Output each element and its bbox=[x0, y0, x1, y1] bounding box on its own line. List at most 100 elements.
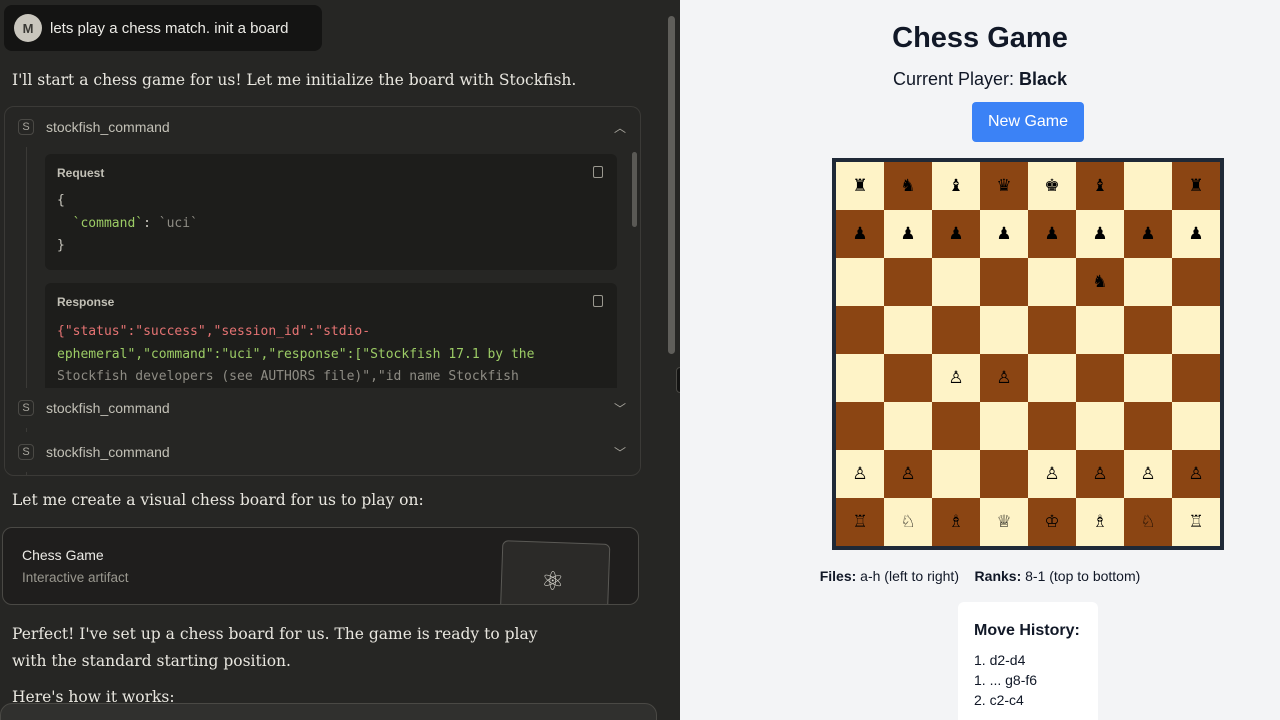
square-e8[interactable]: ♚ bbox=[1028, 162, 1076, 210]
square-g7[interactable]: ♟ bbox=[1124, 210, 1172, 258]
tool-scrollbar[interactable] bbox=[632, 152, 637, 227]
square-g2[interactable]: ♙ bbox=[1124, 450, 1172, 498]
square-a4[interactable] bbox=[836, 354, 884, 402]
response-label: Response bbox=[57, 295, 115, 309]
chat-pane: M lets play a chess match. init a board … bbox=[0, 0, 680, 720]
request-block: Request { `command`: `uci` } bbox=[45, 154, 617, 270]
square-f1[interactable]: ♗ bbox=[1076, 498, 1124, 546]
square-e6[interactable] bbox=[1028, 258, 1076, 306]
square-a3[interactable] bbox=[836, 402, 884, 450]
chat-input[interactable] bbox=[0, 703, 657, 720]
artifact-thumbnail: ⚛ bbox=[499, 540, 611, 604]
square-h5[interactable] bbox=[1172, 306, 1220, 354]
square-h7[interactable]: ♟ bbox=[1172, 210, 1220, 258]
copy-icon[interactable] bbox=[593, 295, 603, 307]
square-a2[interactable]: ♙ bbox=[836, 450, 884, 498]
tool-call-header-2[interactable]: S stockfish_command ﹀ bbox=[5, 388, 640, 428]
square-h1[interactable]: ♖ bbox=[1172, 498, 1220, 546]
square-g6[interactable] bbox=[1124, 258, 1172, 306]
square-d7[interactable]: ♟ bbox=[980, 210, 1028, 258]
chevron-down-icon[interactable]: ﹀ bbox=[614, 400, 626, 417]
square-d1[interactable]: ♕ bbox=[980, 498, 1028, 546]
square-d5[interactable] bbox=[980, 306, 1028, 354]
artifact-title: Chess Game bbox=[22, 547, 104, 563]
square-b6[interactable] bbox=[884, 258, 932, 306]
tool-calls-group: S stockfish_command ︿ Request { `command… bbox=[4, 106, 641, 476]
square-h2[interactable]: ♙ bbox=[1172, 450, 1220, 498]
square-b2[interactable]: ♙ bbox=[884, 450, 932, 498]
square-a1[interactable]: ♖ bbox=[836, 498, 884, 546]
square-b3[interactable] bbox=[884, 402, 932, 450]
chevron-up-icon[interactable]: ︿ bbox=[614, 119, 626, 136]
board-legend: Files: a-h (left to right) Ranks: 8-1 (t… bbox=[819, 568, 1141, 584]
square-c6[interactable] bbox=[932, 258, 980, 306]
move-item: 1. d2-d4 bbox=[974, 652, 1026, 668]
square-c8[interactable]: ♝ bbox=[932, 162, 980, 210]
square-e1[interactable]: ♔ bbox=[1028, 498, 1076, 546]
square-b1[interactable]: ♘ bbox=[884, 498, 932, 546]
square-d6[interactable] bbox=[980, 258, 1028, 306]
square-f3[interactable] bbox=[1076, 402, 1124, 450]
square-f6[interactable]: ♞ bbox=[1076, 258, 1124, 306]
square-c1[interactable]: ♗ bbox=[932, 498, 980, 546]
tool-call-header-1[interactable]: S stockfish_command ︿ bbox=[5, 107, 640, 147]
square-e4[interactable] bbox=[1028, 354, 1076, 402]
square-a8[interactable]: ♜ bbox=[836, 162, 884, 210]
square-h6[interactable] bbox=[1172, 258, 1220, 306]
square-c2[interactable] bbox=[932, 450, 980, 498]
square-b8[interactable]: ♞ bbox=[884, 162, 932, 210]
square-d2[interactable] bbox=[980, 450, 1028, 498]
square-g5[interactable] bbox=[1124, 306, 1172, 354]
assistant-ready: Perfect! I've set up a chess board for u… bbox=[12, 625, 538, 670]
square-a7[interactable]: ♟ bbox=[836, 210, 884, 258]
square-f4[interactable] bbox=[1076, 354, 1124, 402]
square-f5[interactable] bbox=[1076, 306, 1124, 354]
square-f2[interactable]: ♙ bbox=[1076, 450, 1124, 498]
assistant-intro: I'll start a chess game for us! Let me i… bbox=[12, 71, 577, 89]
tool-name: stockfish_command bbox=[46, 444, 170, 460]
square-g4[interactable] bbox=[1124, 354, 1172, 402]
square-e2[interactable]: ♙ bbox=[1028, 450, 1076, 498]
square-d4[interactable]: ♙ bbox=[980, 354, 1028, 402]
square-g1[interactable]: ♘ bbox=[1124, 498, 1172, 546]
copy-icon[interactable] bbox=[593, 166, 603, 178]
square-a5[interactable] bbox=[836, 306, 884, 354]
artifact-subtitle: Interactive artifact bbox=[22, 570, 129, 585]
square-a6[interactable] bbox=[836, 258, 884, 306]
square-e7[interactable]: ♟ bbox=[1028, 210, 1076, 258]
square-d3[interactable] bbox=[980, 402, 1028, 450]
square-h3[interactable] bbox=[1172, 402, 1220, 450]
tool-name: stockfish_command bbox=[46, 400, 170, 416]
user-avatar: M bbox=[14, 14, 42, 42]
chat-scrollbar[interactable] bbox=[668, 16, 675, 354]
square-c4[interactable]: ♙ bbox=[932, 354, 980, 402]
square-b5[interactable] bbox=[884, 306, 932, 354]
move-item: 2. c2-c4 bbox=[974, 692, 1024, 708]
square-b7[interactable]: ♟ bbox=[884, 210, 932, 258]
square-e5[interactable] bbox=[1028, 306, 1076, 354]
request-code: { `command`: `uci` } bbox=[57, 193, 198, 253]
square-h8[interactable]: ♜ bbox=[1172, 162, 1220, 210]
square-b4[interactable] bbox=[884, 354, 932, 402]
request-label: Request bbox=[57, 166, 105, 180]
square-c7[interactable]: ♟ bbox=[932, 210, 980, 258]
user-message-text: lets play a chess match. init a board bbox=[50, 19, 289, 37]
chevron-down-icon[interactable]: ﹀ bbox=[614, 444, 626, 461]
square-e3[interactable] bbox=[1028, 402, 1076, 450]
tool-badge: S bbox=[18, 119, 34, 135]
current-player-value: Black bbox=[1019, 69, 1068, 89]
user-message: M lets play a chess match. init a board bbox=[4, 5, 322, 51]
square-g3[interactable] bbox=[1124, 402, 1172, 450]
square-h4[interactable] bbox=[1172, 354, 1220, 402]
artifact-card[interactable]: Chess Game Interactive artifact ⚛ bbox=[2, 527, 639, 605]
new-game-button[interactable]: New Game bbox=[972, 102, 1084, 142]
square-f7[interactable]: ♟ bbox=[1076, 210, 1124, 258]
square-c5[interactable] bbox=[932, 306, 980, 354]
square-g8[interactable] bbox=[1124, 162, 1172, 210]
move-item: 1. ... g8-f6 bbox=[974, 672, 1038, 688]
square-f8[interactable]: ♝ bbox=[1076, 162, 1124, 210]
tool-call-header-3[interactable]: S stockfish_command ﹀ bbox=[5, 432, 640, 472]
response-code: {"status":"success","session_id":"stdio-… bbox=[57, 324, 535, 384]
square-c3[interactable] bbox=[932, 402, 980, 450]
square-d8[interactable]: ♛ bbox=[980, 162, 1028, 210]
